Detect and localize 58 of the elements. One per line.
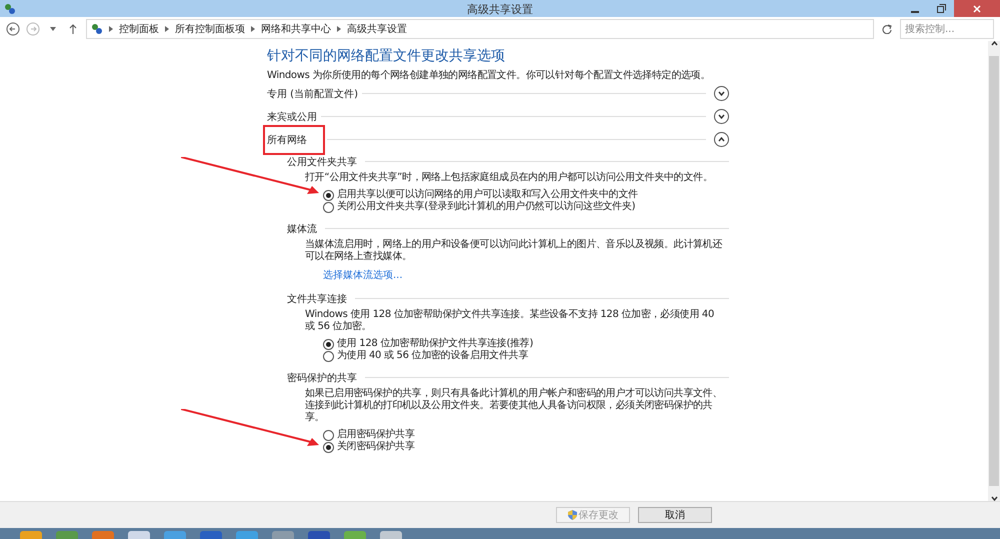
caret-icon [50,27,56,31]
separator-arrow-icon [251,26,255,32]
close-icon [973,4,981,12]
address-field[interactable]: 控制面板 所有控制面板项 网络和共享中心 高级共享设置 [86,19,874,39]
network-icon [91,23,103,35]
radio-button[interactable] [323,442,334,452]
section-title: 公用文件夹共享 [287,156,357,168]
profile-title: 所有网络 [265,126,323,152]
close-button[interactable] [954,0,1000,17]
radio-option[interactable]: 为使用 40 或 56 位加密的设备启用文件共享 [323,350,729,362]
cancel-button[interactable]: 取消 [638,507,712,523]
section-description: 打开“公用文件夹共享”时，网络上包括家庭组成员在内的用户都可以访问公用文件夹中的文件。 [304,172,714,184]
minimize-icon [911,10,919,12]
breadcrumb[interactable]: 所有控制面板项 [175,22,245,36]
radio-button[interactable] [323,202,334,212]
breadcrumb[interactable]: 控制面板 [119,22,159,36]
refresh-icon [882,24,892,34]
refresh-button[interactable] [880,22,894,36]
radio-option[interactable]: 关闭密码保护共享 [323,441,729,453]
profile-title: 专用 (当前配置文件) [267,88,358,100]
intro-text: Windows 为你所使用的每个网络创建单独的网络配置文件。你可以针对每个配置文件选择特定的选项。 [267,68,712,82]
back-button[interactable] [6,22,20,36]
expand-button[interactable] [714,86,729,101]
chevron-down-icon [718,91,725,96]
profile-title: 来宾或公用 [267,110,317,124]
scrollbar[interactable] [988,41,1000,501]
section-title: 文件共享连接 [287,292,347,306]
separator-arrow-icon [165,26,169,32]
up-arrow-icon [69,24,77,34]
radio-option[interactable]: 启用共享以便可以访问网络的用户可以读取和写入公用文件夹中的文件 [323,189,729,201]
radio-button[interactable] [323,430,334,440]
separator-arrow-icon [337,26,341,32]
chevron-up-icon [990,41,998,46]
chevron-up-icon [718,137,725,142]
window-title: 高级共享设置 [466,2,534,17]
radio-button[interactable] [323,350,334,362]
search-field[interactable]: 搜索控制... [900,19,994,39]
restore-icon [936,4,946,13]
media-options-link[interactable]: 选择媒体流选项... [287,268,729,282]
chevron-down-icon [990,496,998,501]
radio-button[interactable] [323,338,334,350]
network-icon [4,2,16,14]
expand-button[interactable] [714,109,729,124]
section-title: 媒体流 [287,222,317,236]
breadcrumb[interactable]: 高级共享设置 [347,22,407,36]
radio-button[interactable] [323,190,334,200]
section-description: Windows 使用 128 位加密帮助保护文件共享连接。某些设备不支持 128 位加密，必须使用 40 或 56 位加密。 [304,309,716,333]
separator-arrow-icon [109,26,113,32]
radio-option[interactable]: 使用 128 位加密帮助保护文件共享连接(推荐) [323,338,729,350]
section-title: 密码保护的共享 [287,372,357,384]
page-heading: 针对不同的网络配置文件更改共享选项 [267,47,506,65]
radio-option[interactable]: 启用密码保护共享 [323,429,729,441]
chevron-down-icon [718,114,725,119]
breadcrumb[interactable]: 网络和共享中心 [261,22,331,36]
collapse-button[interactable] [714,132,729,147]
radio-option[interactable]: 关闭公用文件夹共享(登录到此计算机的用户仍然可以访问这些文件夹) [323,201,729,213]
section-description: 如果已启用密码保护的共享，则只有具备此计算机的用户帐户和密码的用户才可以访问共享文件、连接到此计算机的打印机以及公用文件夹。若要使其他人具备访问权限，必须关闭密码保护的共享。 [304,388,724,424]
section-description: 当媒体流启用时，网络上的用户和设备便可以访问此计算机上的图片、音乐以及视频。此计算机还可以在网络上查找媒体。 [304,239,724,263]
